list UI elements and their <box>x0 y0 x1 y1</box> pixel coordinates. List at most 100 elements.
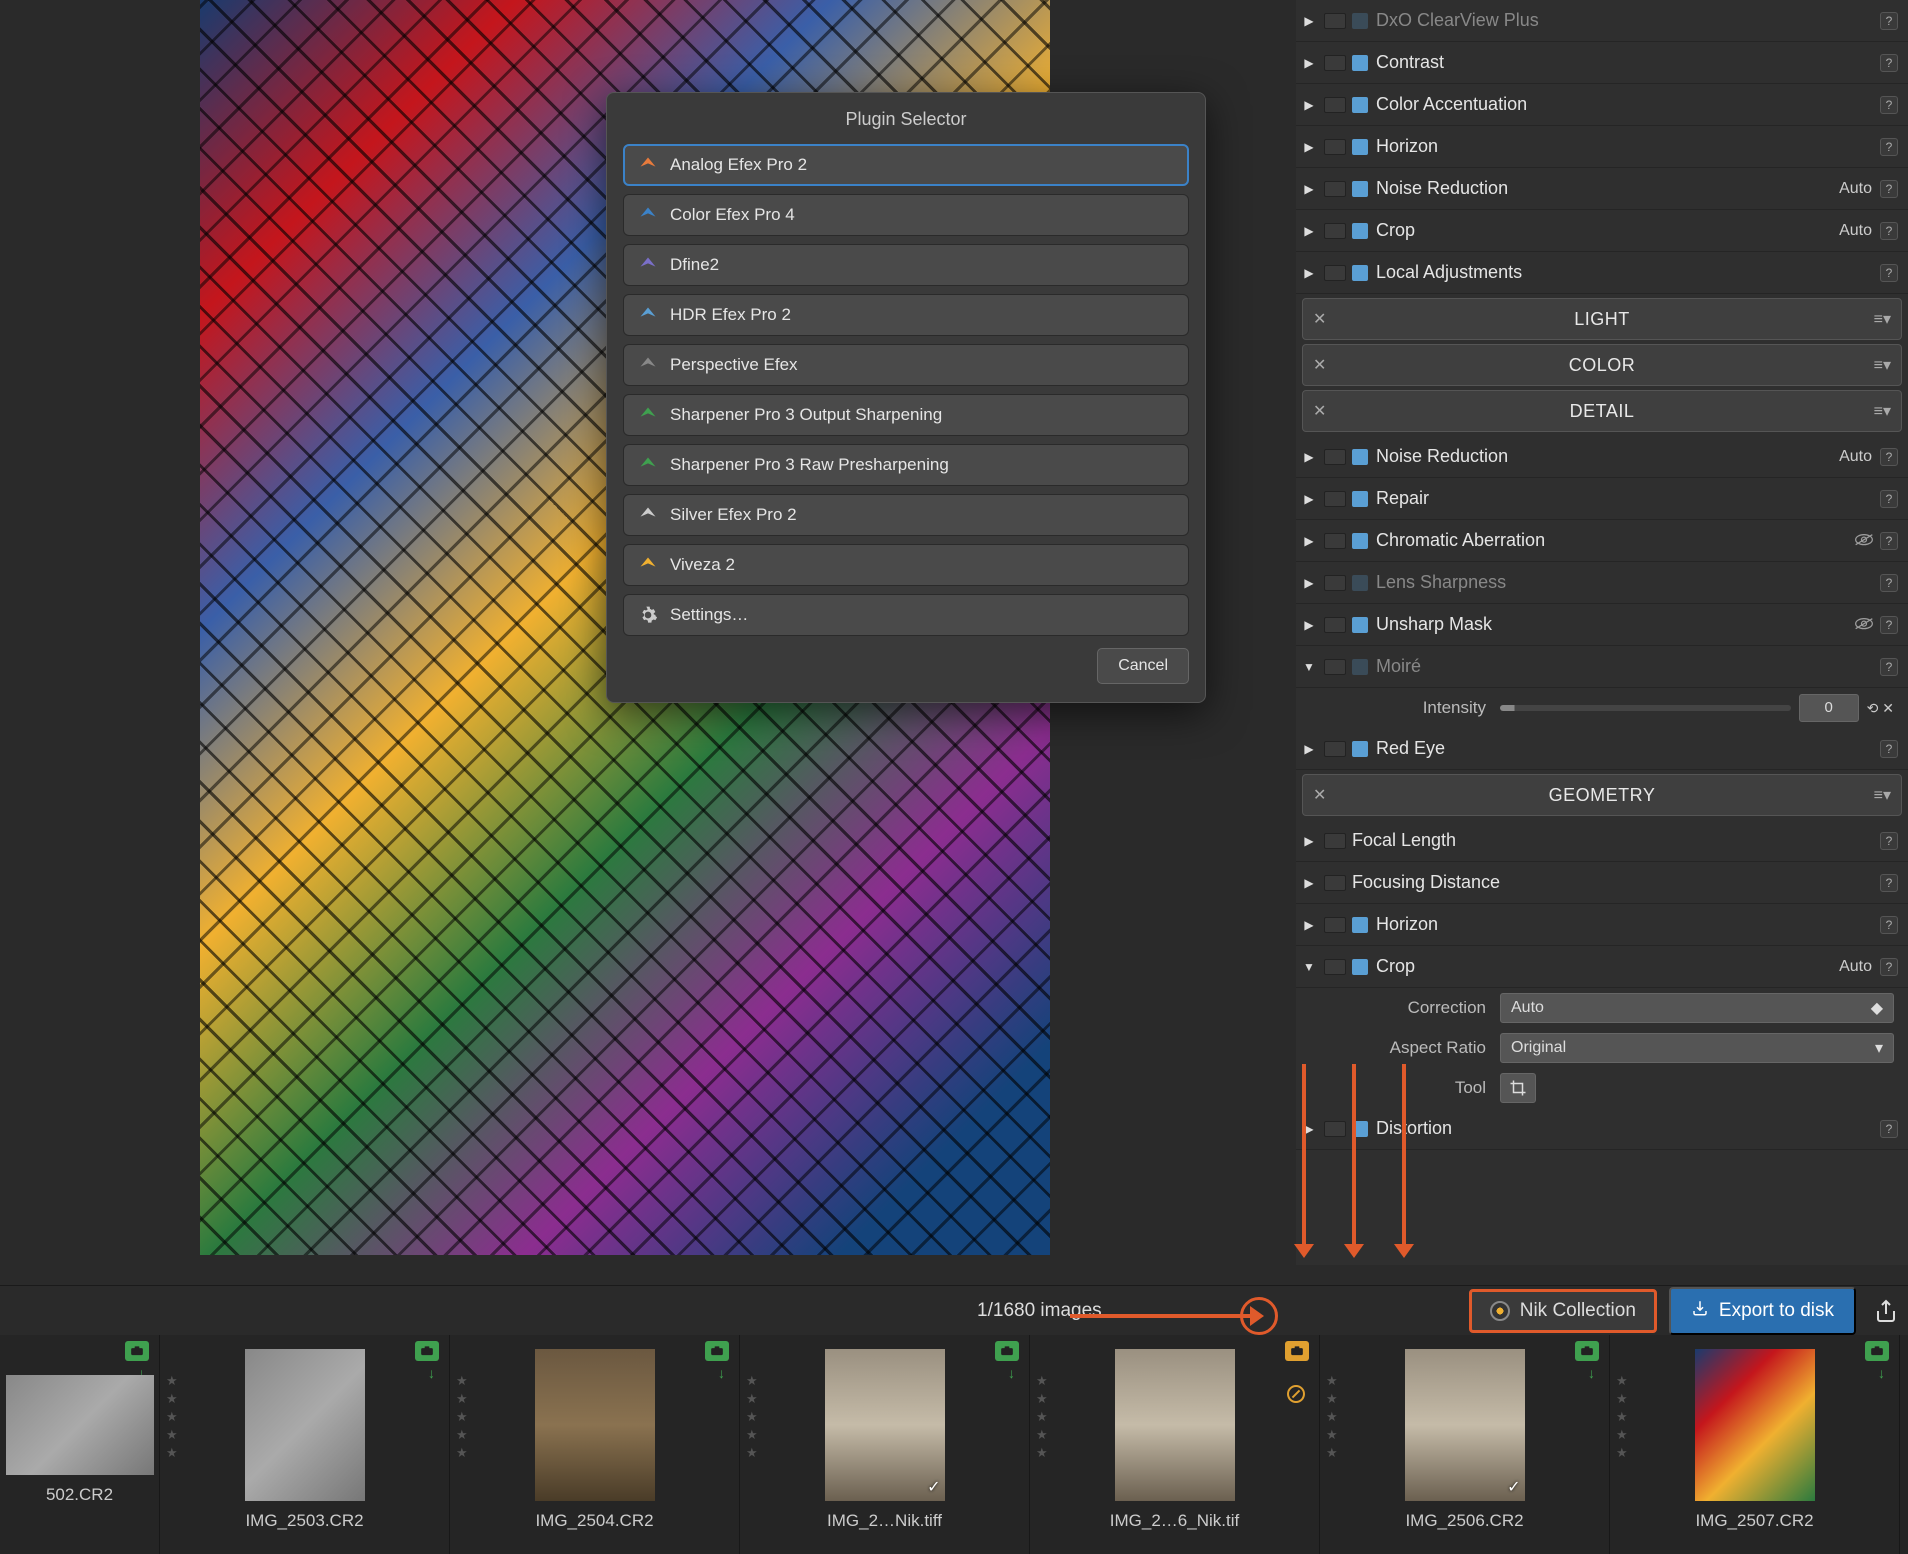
thumbnail-image[interactable] <box>1115 1349 1235 1501</box>
close-icon[interactable]: ✕ <box>1313 309 1326 329</box>
plugin-item-sharpener-pro-3-output-sharpening[interactable]: Sharpener Pro 3 Output Sharpening <box>623 394 1189 436</box>
thumbnail-image[interactable]: ✓ <box>1405 1349 1525 1501</box>
thumbnail-image[interactable] <box>535 1349 655 1501</box>
expand-icon[interactable]: ▶ <box>1300 140 1318 154</box>
expand-icon[interactable]: ▶ <box>1300 266 1318 280</box>
thumbnail-image[interactable]: ✓ <box>825 1349 945 1501</box>
collapse-icon[interactable]: ▼ <box>1300 660 1318 674</box>
expand-icon[interactable]: ▶ <box>1300 98 1318 112</box>
toggle-checkbox[interactable] <box>1324 533 1346 549</box>
help-icon[interactable]: ? <box>1880 138 1898 156</box>
rating-stars[interactable]: ★★★★★ <box>1326 1373 1338 1461</box>
toggle-checkbox[interactable] <box>1324 139 1346 155</box>
panel-row-noise-reduction[interactable]: ▶Noise ReductionAuto? <box>1296 436 1908 478</box>
section-light[interactable]: ✕ LIGHT ≡▾ <box>1302 298 1902 340</box>
help-icon[interactable]: ? <box>1880 916 1898 934</box>
plugin-item-sharpener-pro-3-raw-presharpening[interactable]: Sharpener Pro 3 Raw Presharpening <box>623 444 1189 486</box>
plugin-item-silver-efex-pro-2[interactable]: Silver Efex Pro 2 <box>623 494 1189 536</box>
section-detail[interactable]: ✕ DETAIL ≡▾ <box>1302 390 1902 432</box>
rating-stars[interactable]: ★★★★★ <box>1616 1373 1628 1461</box>
toggle-checkbox[interactable] <box>1324 575 1346 591</box>
help-icon[interactable]: ? <box>1880 1120 1898 1138</box>
panel-row-horizon[interactable]: ▶Horizon? <box>1296 126 1908 168</box>
toggle-checkbox[interactable] <box>1324 13 1346 29</box>
toggle-checkbox[interactable] <box>1324 181 1346 197</box>
panel-row-repair[interactable]: ▶Repair? <box>1296 478 1908 520</box>
intensity-value[interactable]: 0 <box>1799 694 1859 722</box>
panel-row-distortion[interactable]: ▶Distortion? <box>1296 1108 1908 1150</box>
help-icon[interactable]: ? <box>1880 658 1898 676</box>
panel-row-horizon[interactable]: ▶Horizon? <box>1296 904 1908 946</box>
help-icon[interactable]: ? <box>1880 740 1898 758</box>
thumbnail-image[interactable] <box>1695 1349 1815 1501</box>
expand-icon[interactable]: ▶ <box>1300 534 1318 548</box>
help-icon[interactable]: ? <box>1880 616 1898 634</box>
plugin-item-perspective-efex[interactable]: Perspective Efex <box>623 344 1189 386</box>
panel-row-crop[interactable]: ▼CropAuto? <box>1296 946 1908 988</box>
nik-collection-button[interactable]: Nik Collection <box>1469 1289 1657 1333</box>
panel-row-moir-[interactable]: ▼Moiré? <box>1296 646 1908 688</box>
rating-stars[interactable]: ★★★★★ <box>1036 1373 1048 1461</box>
thumbnail-IMG_2…Nik.tiff[interactable]: ↓★★★★★✓IMG_2…Nik.tiff <box>740 1335 1030 1554</box>
panel-row-red-eye[interactable]: ▶Red Eye? <box>1296 728 1908 770</box>
help-icon[interactable]: ? <box>1880 96 1898 114</box>
cancel-button[interactable]: Cancel <box>1097 648 1189 684</box>
close-icon[interactable]: ✕ <box>1313 355 1326 375</box>
help-icon[interactable]: ? <box>1880 832 1898 850</box>
toggle-checkbox[interactable] <box>1324 491 1346 507</box>
expand-icon[interactable]: ▶ <box>1300 834 1318 848</box>
expand-icon[interactable]: ▶ <box>1300 224 1318 238</box>
panel-row-crop[interactable]: ▶CropAuto? <box>1296 210 1908 252</box>
thumbnail-IMG_2507.CR2[interactable]: ↓★★★★★IMG_2507.CR2 <box>1610 1335 1900 1554</box>
panel-row-dxo-clearview-plus[interactable]: ▶DxO ClearView Plus? <box>1296 0 1908 42</box>
crop-tool-button[interactable] <box>1500 1073 1536 1103</box>
menu-icon[interactable]: ≡▾ <box>1874 785 1891 805</box>
help-icon[interactable]: ? <box>1880 222 1898 240</box>
rating-stars[interactable]: ★★★★★ <box>456 1373 468 1461</box>
panel-row-contrast[interactable]: ▶Contrast? <box>1296 42 1908 84</box>
toggle-checkbox[interactable] <box>1324 659 1346 675</box>
menu-icon[interactable]: ≡▾ <box>1874 355 1891 375</box>
rating-stars[interactable]: ★★★★★ <box>166 1373 178 1461</box>
thumbnail-IMG_2504.CR2[interactable]: ↓★★★★★IMG_2504.CR2 <box>450 1335 740 1554</box>
expand-icon[interactable]: ▶ <box>1300 576 1318 590</box>
help-icon[interactable]: ? <box>1880 180 1898 198</box>
expand-icon[interactable]: ▶ <box>1300 618 1318 632</box>
toggle-checkbox[interactable] <box>1324 917 1346 933</box>
panel-row-local-adjustments[interactable]: ▶Local Adjustments? <box>1296 252 1908 294</box>
correction-dropdown[interactable]: Auto◆ <box>1500 993 1894 1023</box>
toggle-checkbox[interactable] <box>1324 1121 1346 1137</box>
toggle-checkbox[interactable] <box>1324 875 1346 891</box>
thumbnail-IMG_2506.CR2[interactable]: ↓★★★★★✓IMG_2506.CR2 <box>1320 1335 1610 1554</box>
help-icon[interactable]: ? <box>1880 264 1898 282</box>
thumbnail-IMG_2…6_Nik.tif[interactable]: ★★★★★IMG_2…6_Nik.tif <box>1030 1335 1320 1554</box>
help-icon[interactable]: ? <box>1880 490 1898 508</box>
expand-icon[interactable]: ▶ <box>1300 56 1318 70</box>
share-icon[interactable] <box>1874 1299 1898 1323</box>
toggle-checkbox[interactable] <box>1324 959 1346 975</box>
help-icon[interactable]: ? <box>1880 532 1898 550</box>
help-icon[interactable]: ? <box>1880 54 1898 72</box>
plugin-item-hdr-efex-pro-2[interactable]: HDR Efex Pro 2 <box>623 294 1189 336</box>
plugin-item-settings-[interactable]: Settings… <box>623 594 1189 636</box>
panel-row-lens-sharpness[interactable]: ▶Lens Sharpness? <box>1296 562 1908 604</box>
rating-stars[interactable]: ★★★★★ <box>746 1373 758 1461</box>
toggle-checkbox[interactable] <box>1324 265 1346 281</box>
expand-icon[interactable]: ▶ <box>1300 876 1318 890</box>
plugin-item-viveza-2[interactable]: Viveza 2 <box>623 544 1189 586</box>
expand-icon[interactable]: ▶ <box>1300 742 1318 756</box>
help-icon[interactable]: ? <box>1880 12 1898 30</box>
toggle-checkbox[interactable] <box>1324 223 1346 239</box>
reset-icon[interactable]: ⟲ ✕ <box>1867 700 1894 717</box>
visibility-off-icon[interactable] <box>1854 533 1874 549</box>
toggle-checkbox[interactable] <box>1324 449 1346 465</box>
thumbnail-IMG_2503.CR2[interactable]: ↓★★★★★IMG_2503.CR2 <box>160 1335 450 1554</box>
toggle-checkbox[interactable] <box>1324 97 1346 113</box>
plugin-item-dfine2[interactable]: Dfine2 <box>623 244 1189 286</box>
visibility-off-icon[interactable] <box>1854 617 1874 633</box>
panel-row-unsharp-mask[interactable]: ▶Unsharp Mask? <box>1296 604 1908 646</box>
intensity-slider[interactable] <box>1500 705 1791 711</box>
close-icon[interactable]: ✕ <box>1313 401 1326 421</box>
help-icon[interactable]: ? <box>1880 574 1898 592</box>
toggle-checkbox[interactable] <box>1324 833 1346 849</box>
